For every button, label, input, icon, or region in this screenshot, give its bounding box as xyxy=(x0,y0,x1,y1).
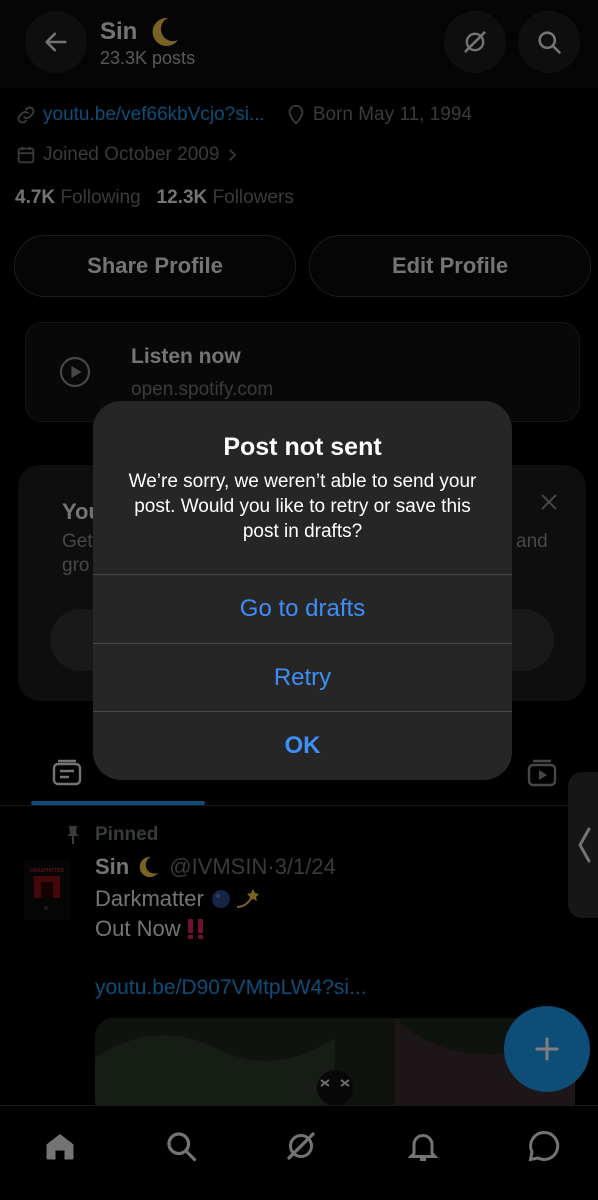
dialog-message: We’re sorry, we weren’t able to send you… xyxy=(128,471,477,542)
ok-button[interactable]: OK xyxy=(93,712,512,780)
profile-screen: Sin 23.3K posts youtu.be/vef66kbVcjo?si.… xyxy=(0,0,598,1200)
retry-button[interactable]: Retry xyxy=(93,644,512,712)
post-not-sent-dialog: Post not sent We’re sorry, we weren’t ab… xyxy=(93,401,512,780)
go-to-drafts-button[interactable]: Go to drafts xyxy=(93,575,512,643)
dialog-title: Post not sent xyxy=(223,433,382,461)
